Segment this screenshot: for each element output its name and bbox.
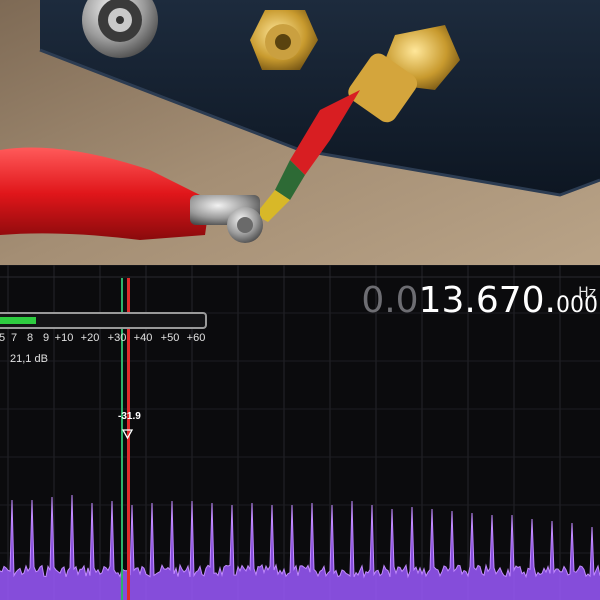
scale-label: +60: [186, 332, 206, 344]
spectrum-trace: [0, 494, 600, 600]
sdr-waterfall-panel[interactable]: 0.013.670.000 Hz 5 7 8 9 +10 +20 +30 +40 +50 +60 …: [0, 265, 600, 600]
scale-label: +40: [133, 332, 153, 344]
scale-label: +10: [54, 332, 74, 344]
scale-label: +20: [80, 332, 100, 344]
scale-label: 9: [42, 332, 50, 344]
spectrum-line: [0, 494, 600, 579]
s-meter-fill: [0, 317, 37, 324]
camera-photo: [0, 0, 600, 265]
s-meter-scale: 5 7 8 9 +10 +20 +30 +40 +50 +60: [0, 332, 220, 346]
scale-label: 5: [0, 332, 6, 344]
spectrum-fill: [0, 495, 600, 600]
scale-label: +30: [107, 332, 127, 344]
scale-label: 8: [26, 332, 34, 344]
s-meter: [0, 312, 207, 329]
signal-readout: 21,1 dB: [10, 353, 48, 365]
marker-label: -31.9: [118, 411, 141, 422]
scale-label: 7: [10, 332, 18, 344]
frequency-display[interactable]: 0.013.670.000: [361, 283, 598, 319]
frequency-prefix: 0.0: [361, 280, 419, 321]
frequency-unit: Hz: [578, 285, 596, 301]
frequency-main: 13.670.: [418, 280, 556, 321]
scale-label: +50: [160, 332, 180, 344]
